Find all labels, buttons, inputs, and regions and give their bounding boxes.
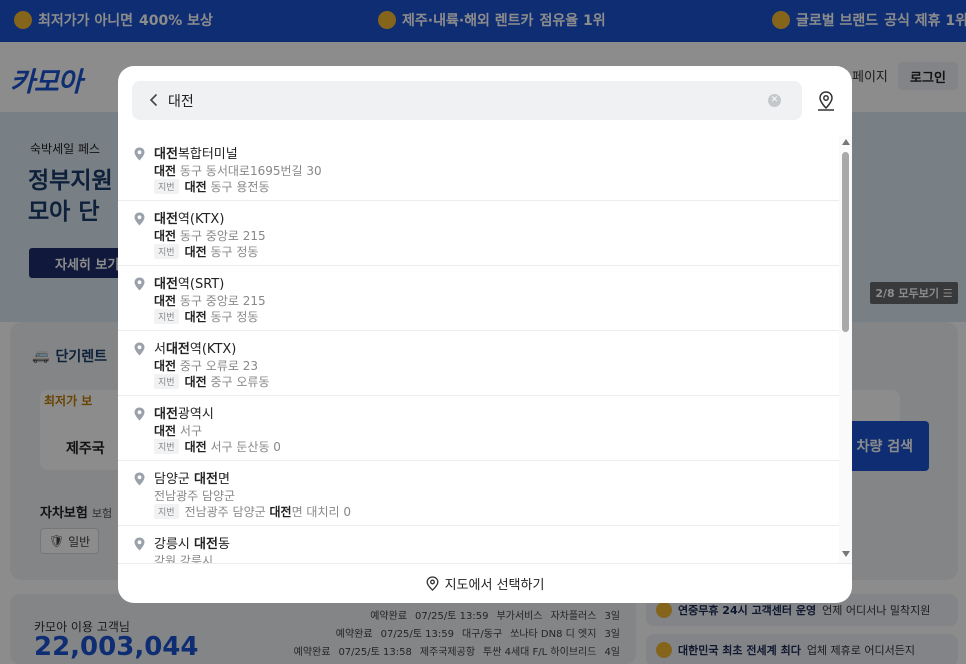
result-road-address: 전남광주 담양군 xyxy=(154,487,235,504)
name-post: 역(KTX) xyxy=(177,212,225,227)
name-highlight: 대전 xyxy=(154,147,178,162)
name-pre: 강릉시 xyxy=(154,537,195,552)
jibun-highlight: 대전 xyxy=(269,505,292,519)
jibun-highlight: 대전 xyxy=(184,375,207,389)
clear-input-icon[interactable]: ✕ xyxy=(768,94,781,107)
jibun-tag: 지번 xyxy=(154,504,179,519)
location-search-modal: ✕ 대전복합터미널 대전 동구 동서대로1695번길 30 지번대전 동구 용전… xyxy=(118,66,852,603)
jibun-tag: 지번 xyxy=(154,309,179,324)
result-jibun-address: 지번 전남광주 담양군 대전면 대치리 0 xyxy=(154,503,351,520)
result-road-address: 대전 서구 xyxy=(154,422,202,439)
result-name: 서대전역(KTX) xyxy=(154,338,236,357)
result-name: 대전역(SRT) xyxy=(154,273,224,292)
addr-rest: 동구 중앙로 215 xyxy=(176,229,266,243)
jibun-tag: 지번 xyxy=(154,374,179,389)
result-jibun-address: 지번 대전 동구 정동 xyxy=(154,243,258,260)
jibun-highlight: 대전 xyxy=(184,180,207,194)
name-post: 면 xyxy=(217,472,230,487)
result-road-address: 대전 동구 동서대로1695번길 30 xyxy=(154,162,322,179)
jibun-highlight: 대전 xyxy=(184,440,207,454)
name-highlight: 대전 xyxy=(194,537,218,552)
map-pin-icon xyxy=(134,277,145,291)
name-post: 복합터미널 xyxy=(177,147,238,162)
jibun-pre: 전남광주 담양군 xyxy=(184,505,270,519)
map-pin-icon xyxy=(134,147,145,161)
search-result-item[interactable]: 서대전역(KTX) 대전 중구 오류로 23 지번 대전 중구 오류동 xyxy=(118,331,839,396)
addr-highlight: 대전 xyxy=(154,424,177,438)
search-result-item[interactable]: 대전광역시 대전 서구 지번 대전 서구 둔산동 0 xyxy=(118,396,839,461)
search-result-item[interactable]: 담양군 대전면 전남광주 담양군 지번 전남광주 담양군 대전면 대치리 0 xyxy=(118,461,839,526)
jibun-tag: 지번 xyxy=(154,179,179,194)
map-pin-icon xyxy=(134,537,145,551)
results-scrollbar[interactable] xyxy=(839,136,852,563)
map-pin-icon xyxy=(134,472,145,486)
back-arrow-icon[interactable] xyxy=(146,92,162,108)
jibun-rest: 동구 정동 xyxy=(206,310,259,324)
result-name: 대전광역시 xyxy=(154,403,214,422)
name-highlight: 대전 xyxy=(165,342,190,357)
result-jibun-address: 지번 대전 중구 오류동 xyxy=(154,373,270,390)
name-post: 동 xyxy=(217,537,230,552)
result-name: 대전역(KTX) xyxy=(154,208,224,227)
addr-rest: 중구 오류로 23 xyxy=(176,359,259,373)
addr-highlight: 대전 xyxy=(154,164,177,178)
map-pin-icon xyxy=(134,212,145,226)
jibun-tag: 지번 xyxy=(154,439,179,454)
jibun-tag: 지번 xyxy=(154,244,179,259)
map-select-label: 지도에서 선택하기 xyxy=(444,578,545,593)
result-jibun-address: 지번 대전 동구 용전동 xyxy=(154,178,270,195)
name-post: 역(KTX) xyxy=(189,342,237,357)
addr-rest: 서구 xyxy=(176,424,202,438)
name-post: 역(SRT) xyxy=(177,277,225,292)
jibun-highlight: 대전 xyxy=(184,310,207,324)
addr-rest: 강원 강릉시 xyxy=(154,554,214,563)
scroll-down-arrow-icon[interactable] xyxy=(842,551,850,557)
addr-highlight: 대전 xyxy=(154,294,177,308)
search-result-item[interactable]: 대전역(SRT) 대전 동구 중앙로 215 지번 대전 동구 정동 xyxy=(118,266,839,331)
result-road-address: 대전 동구 중앙로 215 xyxy=(154,227,266,244)
map-pin-icon xyxy=(134,407,145,421)
scrollbar-thumb[interactable] xyxy=(842,152,849,332)
select-on-map-button[interactable]: 지도에서 선택하기 xyxy=(118,563,852,603)
result-jibun-address: 지번 대전 서구 둔산동 0 xyxy=(154,438,281,455)
result-road-address: 대전 중구 오류로 23 xyxy=(154,357,258,374)
result-name: 담양군 대전면 xyxy=(154,468,230,487)
result-name: 강릉시 대전동 xyxy=(154,533,230,552)
name-highlight: 대전 xyxy=(154,212,178,227)
result-road-address: 강원 강릉시 xyxy=(154,552,213,563)
search-result-item[interactable]: 대전복합터미널 대전 동구 동서대로1695번길 30 지번 대전 동구 용전동 xyxy=(118,136,839,201)
search-box: ✕ xyxy=(132,81,802,120)
jibun-rest: 동구 용전동 xyxy=(206,180,270,194)
result-jibun-address: 지번 대전 동구 정동 xyxy=(154,308,258,325)
name-pre: 서 xyxy=(154,342,166,357)
name-post: 광역시 xyxy=(177,407,214,422)
name-highlight: 대전 xyxy=(154,407,178,422)
jibun-rest: 면 대치리 0 xyxy=(291,505,352,519)
jibun-rest: 중구 오류동 xyxy=(206,375,270,389)
result-road-address: 대전 동구 중앙로 215 xyxy=(154,292,266,309)
addr-rest: 동구 중앙로 215 xyxy=(176,294,266,308)
search-results-list: 대전복합터미널 대전 동구 동서대로1695번길 30 지번 대전 동구 용전동 … xyxy=(118,136,852,563)
jibun-rest: 서구 둔산동 0 xyxy=(206,440,281,454)
map-pin-outline-icon xyxy=(426,576,439,591)
addr-rest: 동구 동서대로1695번길 30 xyxy=(176,164,322,178)
name-highlight: 대전 xyxy=(154,277,178,292)
scroll-up-arrow-icon[interactable] xyxy=(842,139,850,145)
location-search-input[interactable] xyxy=(168,87,748,114)
current-location-icon[interactable] xyxy=(815,90,837,112)
result-name: 대전복합터미널 xyxy=(154,143,238,162)
jibun-rest: 동구 정동 xyxy=(206,245,259,259)
search-result-item[interactable]: 강릉시 대전동 강원 강릉시 xyxy=(118,526,839,563)
addr-highlight: 대전 xyxy=(154,359,177,373)
name-pre: 담양군 xyxy=(154,472,195,487)
addr-highlight: 대전 xyxy=(154,229,177,243)
name-highlight: 대전 xyxy=(194,472,218,487)
search-result-item[interactable]: 대전역(KTX) 대전 동구 중앙로 215 지번 대전 동구 정동 xyxy=(118,201,839,266)
jibun-highlight: 대전 xyxy=(184,245,207,259)
addr-rest: 전남광주 담양군 xyxy=(154,489,236,503)
map-pin-icon xyxy=(134,342,145,356)
